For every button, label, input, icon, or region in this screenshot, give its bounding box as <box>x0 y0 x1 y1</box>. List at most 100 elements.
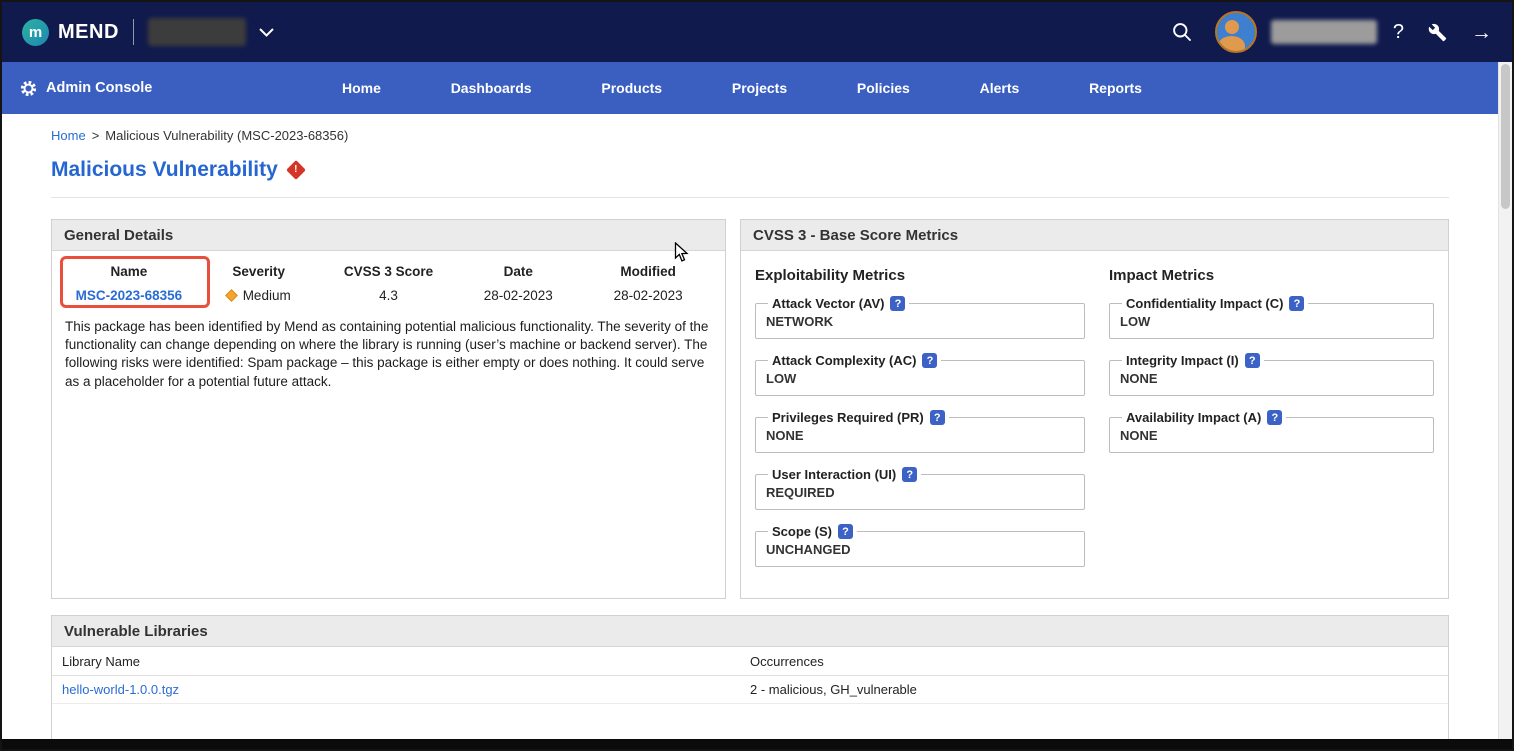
user-avatar[interactable] <box>1215 11 1257 53</box>
attack-complexity-value: LOW <box>766 368 1074 386</box>
occurrences-value: 2 - malicious, GH_vulnerable <box>750 682 1438 697</box>
scrollbar-thumb[interactable] <box>1501 64 1510 209</box>
main-nav: Admin Console Home Dashboards Products P… <box>2 62 1512 114</box>
cvss3-score-value: 4.3 <box>324 288 454 303</box>
vulnerability-id-link[interactable]: MSC-2023-68356 <box>76 288 183 303</box>
help-tooltip-icon[interactable]: ? <box>890 296 905 311</box>
bottom-bar <box>2 739 1512 749</box>
nav-item-products[interactable]: Products <box>601 80 662 96</box>
scope-field: Scope (S) ? UNCHANGED <box>755 524 1085 567</box>
mend-logo-icon: m <box>22 19 49 46</box>
attack-vector-value: NETWORK <box>766 311 1074 329</box>
top-bar: m MEND ? <box>2 2 1512 62</box>
availability-impact-field: Availability Impact (A) ? NONE <box>1109 410 1434 453</box>
page-title: Malicious Vulnerability <box>51 158 278 182</box>
nav-item-policies[interactable]: Policies <box>857 80 910 96</box>
severity-medium-diamond-icon <box>225 289 238 302</box>
date-value: 28-02-2023 <box>453 288 583 303</box>
vulnerable-libraries-header: Vulnerable Libraries <box>52 616 1448 647</box>
general-details-panel: General Details Name Severity CVSS 3 Sco… <box>51 219 726 599</box>
organization-name-redacted[interactable] <box>148 18 246 46</box>
vulnerable-libraries-panel: Vulnerable Libraries Library Name Occurr… <box>51 615 1449 751</box>
org-dropdown-chevron-icon[interactable] <box>258 27 275 38</box>
help-tooltip-icon[interactable]: ? <box>1245 353 1260 368</box>
help-tooltip-icon[interactable]: ? <box>1267 410 1282 425</box>
nav-menu: Home Dashboards Products Projects Polici… <box>342 80 1142 96</box>
column-header-date: Date <box>453 264 583 279</box>
admin-console-button[interactable]: Admin Console <box>2 80 212 97</box>
mend-logo[interactable]: m MEND <box>22 19 119 46</box>
avatar-head <box>1225 20 1239 34</box>
column-header-cvss3: CVSS 3 Score <box>324 264 454 279</box>
title-divider <box>51 197 1449 198</box>
modified-value: 28-02-2023 <box>583 288 713 303</box>
attack-complexity-label: Attack Complexity (AC) <box>772 353 916 368</box>
help-tooltip-icon[interactable]: ? <box>902 467 917 482</box>
gear-icon <box>20 80 37 97</box>
general-details-table: Name Severity CVSS 3 Score Date Modified… <box>52 251 725 303</box>
impact-metrics-title: Impact Metrics <box>1109 267 1434 284</box>
scope-value: UNCHANGED <box>766 539 1074 557</box>
vertical-scrollbar[interactable] <box>1498 62 1512 739</box>
column-header-occurrences: Occurrences <box>750 654 1438 669</box>
settings-wrench-icon[interactable] <box>1428 23 1447 42</box>
user-interaction-field: User Interaction (UI) ? REQUIRED <box>755 467 1085 510</box>
user-name-redacted[interactable] <box>1271 20 1377 44</box>
column-header-severity: Severity <box>194 264 324 279</box>
table-row: hello-world-1.0.0.tgz 2 - malicious, GH_… <box>52 676 1448 704</box>
scope-label: Scope (S) <box>772 524 832 539</box>
integrity-impact-label: Integrity Impact (I) <box>1126 353 1239 368</box>
breadcrumb: Home > Malicious Vulnerability (MSC-2023… <box>2 114 1498 143</box>
nav-item-dashboards[interactable]: Dashboards <box>451 80 532 96</box>
app-window: m MEND ? <box>0 0 1514 751</box>
attack-vector-field: Attack Vector (AV) ? NETWORK <box>755 296 1085 339</box>
column-header-library-name: Library Name <box>62 654 750 669</box>
attack-vector-label: Attack Vector (AV) <box>772 296 884 311</box>
vulnerability-description: This package has been identified by Mend… <box>52 303 725 391</box>
help-tooltip-icon[interactable]: ? <box>838 524 853 539</box>
confidentiality-impact-label: Confidentiality Impact (C) <box>1126 296 1283 311</box>
cvss-metrics-panel: CVSS 3 - Base Score Metrics Exploitabili… <box>740 219 1449 599</box>
integrity-impact-field: Integrity Impact (I) ? NONE <box>1109 353 1434 396</box>
privileges-required-value: NONE <box>766 425 1074 443</box>
help-tooltip-icon[interactable]: ? <box>930 410 945 425</box>
breadcrumb-separator: > <box>92 128 100 143</box>
column-header-modified: Modified <box>583 264 713 279</box>
logout-arrow-icon[interactable]: → <box>1471 22 1492 43</box>
column-header-name: Name <box>64 264 194 279</box>
search-icon[interactable] <box>1171 21 1193 43</box>
user-interaction-value: REQUIRED <box>766 482 1074 500</box>
availability-impact-label: Availability Impact (A) <box>1126 410 1261 425</box>
nav-item-projects[interactable]: Projects <box>732 80 787 96</box>
confidentiality-impact-value: LOW <box>1120 311 1423 329</box>
nav-item-home[interactable]: Home <box>342 80 381 96</box>
topbar-divider <box>133 19 134 45</box>
avatar-shoulders <box>1218 36 1245 53</box>
severity-value: Medium <box>227 288 291 303</box>
malicious-diamond-icon: ! <box>286 160 306 180</box>
breadcrumb-home-link[interactable]: Home <box>51 128 86 143</box>
library-name-link[interactable]: hello-world-1.0.0.tgz <box>62 682 179 697</box>
admin-console-label: Admin Console <box>46 80 152 96</box>
privileges-required-label: Privileges Required (PR) <box>772 410 924 425</box>
vulnerable-libraries-table-header: Library Name Occurrences <box>52 647 1448 676</box>
confidentiality-impact-field: Confidentiality Impact (C) ? LOW <box>1109 296 1434 339</box>
impact-metrics-column: Impact Metrics Confidentiality Impact (C… <box>1109 263 1434 581</box>
user-interaction-label: User Interaction (UI) <box>772 467 896 482</box>
general-details-header: General Details <box>52 220 725 251</box>
help-icon[interactable]: ? <box>1393 21 1404 44</box>
cvss-metrics-header: CVSS 3 - Base Score Metrics <box>741 220 1448 251</box>
nav-item-reports[interactable]: Reports <box>1089 80 1142 96</box>
brand-name: MEND <box>58 21 119 44</box>
page-content: Home > Malicious Vulnerability (MSC-2023… <box>2 114 1498 751</box>
exploitability-metrics-column: Exploitability Metrics Attack Vector (AV… <box>755 263 1085 581</box>
attack-complexity-field: Attack Complexity (AC) ? LOW <box>755 353 1085 396</box>
help-tooltip-icon[interactable]: ? <box>1289 296 1304 311</box>
help-tooltip-icon[interactable]: ? <box>922 353 937 368</box>
privileges-required-field: Privileges Required (PR) ? NONE <box>755 410 1085 453</box>
integrity-impact-value: NONE <box>1120 368 1423 386</box>
availability-impact-value: NONE <box>1120 425 1423 443</box>
nav-item-alerts[interactable]: Alerts <box>980 80 1020 96</box>
exploitability-metrics-title: Exploitability Metrics <box>755 267 1085 284</box>
breadcrumb-current: Malicious Vulnerability (MSC-2023-68356) <box>105 128 348 143</box>
